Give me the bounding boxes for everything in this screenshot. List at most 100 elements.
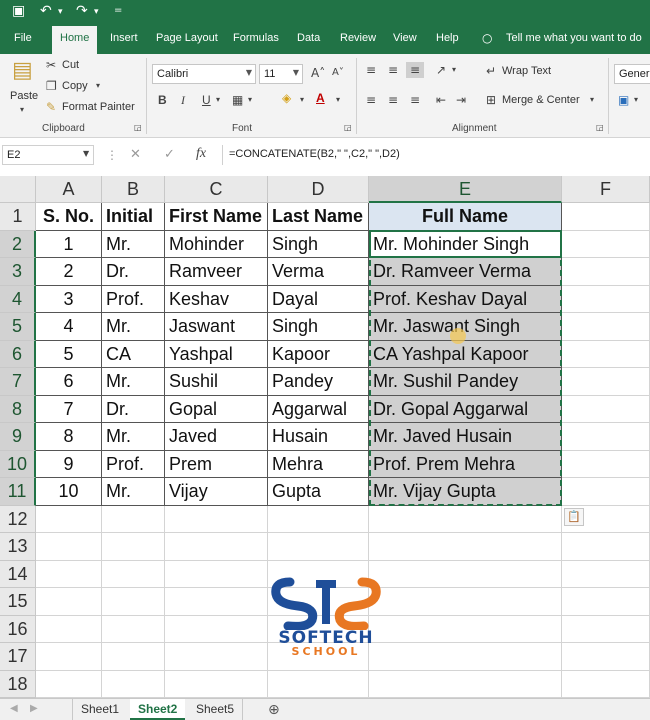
row-header-14[interactable]: 14 [0,560,36,588]
cell-a17[interactable] [36,643,102,671]
cell-a6[interactable]: 5 [36,340,102,368]
cell-f7[interactable] [562,368,650,396]
cell-b8[interactable]: Dr. [102,395,165,423]
cell-b7[interactable]: Mr. [102,368,165,396]
cell-e3[interactable]: Dr. Ramveer Verma [369,258,562,286]
cell-a12[interactable] [36,505,102,533]
cell-b5[interactable]: Mr. [102,313,165,341]
font-name-combo[interactable]: Calibri ▼ [152,64,256,84]
cell-b11[interactable]: Mr. [102,478,165,506]
column-header-c[interactable]: C [165,176,268,203]
cell-d13[interactable] [268,533,369,561]
cell-c10[interactable]: Prem [165,450,268,478]
align-right-icon[interactable]: ≡ [410,94,420,106]
row-header-12[interactable]: 12 [0,505,36,533]
cell-b13[interactable] [102,533,165,561]
chevron-down-icon[interactable]: ▾ [452,66,456,74]
row-header-5[interactable]: 5 [0,313,36,341]
font-color-icon[interactable]: A [316,92,325,104]
fill-color-icon[interactable]: ◈ [282,92,291,104]
row-header-1[interactable]: 1 [0,203,36,231]
tab-insert[interactable]: Insert [110,32,138,44]
sheet-tab-sheet5[interactable]: Sheet5 [188,699,244,720]
cell-d10[interactable]: Mehra [268,450,369,478]
cell-f14[interactable] [562,560,650,588]
cell-c18[interactable] [165,670,268,698]
cell-a15[interactable] [36,588,102,616]
cell-b2[interactable]: Mr. [102,230,165,258]
column-header-d[interactable]: D [268,176,369,203]
tab-file[interactable]: File [14,32,32,44]
column-header-a[interactable]: A [36,176,102,203]
row-header-2[interactable]: 2 [0,230,36,258]
cell-e16[interactable] [369,615,562,643]
cell-f5[interactable] [562,313,650,341]
cell-a18[interactable] [36,670,102,698]
cell-b16[interactable] [102,615,165,643]
cell-e13[interactable] [369,533,562,561]
cell-f9[interactable] [562,423,650,451]
cell-b4[interactable]: Prof. [102,285,165,313]
redo-dropdown-icon[interactable]: ▾ [94,7,99,17]
cell-c6[interactable]: Yashpal [165,340,268,368]
row-header-11[interactable]: 11 [0,478,36,506]
row-header-6[interactable]: 6 [0,340,36,368]
cell-d1[interactable]: Last Name [268,203,369,231]
cell-a1[interactable]: S. No. [36,203,102,231]
cell-e8[interactable]: Dr. Gopal Aggarwal [369,395,562,423]
row-header-13[interactable]: 13 [0,533,36,561]
cell-a8[interactable]: 7 [36,395,102,423]
undo-icon[interactable]: ↶ [40,3,52,19]
cell-c17[interactable] [165,643,268,671]
increase-indent-icon[interactable]: ⇥ [456,94,466,106]
cell-b10[interactable]: Prof. [102,450,165,478]
cell-c15[interactable] [165,588,268,616]
cell-b9[interactable]: Mr. [102,423,165,451]
row-header-9[interactable]: 9 [0,423,36,451]
insert-function-button[interactable]: fx [196,147,206,161]
tell-me-box[interactable]: Tell me what you want to do [506,32,642,44]
name-box[interactable]: E2 ▼ [2,145,94,165]
increase-font-size-icon[interactable]: A˄ [311,67,325,79]
column-header-b[interactable]: B [102,176,165,203]
undo-dropdown-icon[interactable]: ▾ [58,7,63,17]
borders-icon[interactable]: ▦ [232,94,243,106]
dialog-launcher-icon[interactable]: ◲ [596,124,604,132]
italic-button[interactable]: I [181,94,185,106]
cell-b14[interactable] [102,560,165,588]
cell-e9[interactable]: Mr. Javed Husain [369,423,562,451]
underline-button[interactable]: U [202,94,211,106]
row-header-18[interactable]: 18 [0,670,36,698]
cancel-icon[interactable]: ✕ [130,148,141,161]
cell-f18[interactable] [562,670,650,698]
cell-b3[interactable]: Dr. [102,258,165,286]
bold-button[interactable]: B [158,94,167,106]
align-left-icon[interactable]: ≡ [366,94,376,106]
cell-e6[interactable]: CA Yashpal Kapoor [369,340,562,368]
cell-c1[interactable]: First Name [165,203,268,231]
chevron-down-icon[interactable]: ▾ [248,96,252,104]
row-header-8[interactable]: 8 [0,395,36,423]
paste-options-icon[interactable]: 📋 [564,508,584,526]
chevron-down-icon[interactable]: ▾ [216,96,220,104]
cell-c9[interactable]: Javed [165,423,268,451]
chevron-down-icon[interactable]: ▾ [300,96,304,104]
cell-f1[interactable] [562,203,650,231]
cell-d5[interactable]: Singh [268,313,369,341]
align-center-icon[interactable]: ≡ [388,94,398,106]
sheet-tab-sheet1[interactable]: Sheet1 [72,699,127,720]
column-header-e[interactable]: E [369,176,562,203]
cell-e1[interactable]: Full Name [369,203,562,231]
cell-c7[interactable]: Sushil [165,368,268,396]
cell-d4[interactable]: Dayal [268,285,369,313]
cell-f4[interactable] [562,285,650,313]
dialog-launcher-icon[interactable]: ◲ [344,124,352,132]
cell-f16[interactable] [562,615,650,643]
chevron-down-icon[interactable]: ▾ [336,96,340,104]
cell-a2[interactable]: 1 [36,230,102,258]
tab-data[interactable]: Data [297,32,320,44]
cell-d6[interactable]: Kapoor [268,340,369,368]
cell-d3[interactable]: Verma [268,258,369,286]
dialog-launcher-icon[interactable]: ◲ [134,124,142,132]
cell-f3[interactable] [562,258,650,286]
